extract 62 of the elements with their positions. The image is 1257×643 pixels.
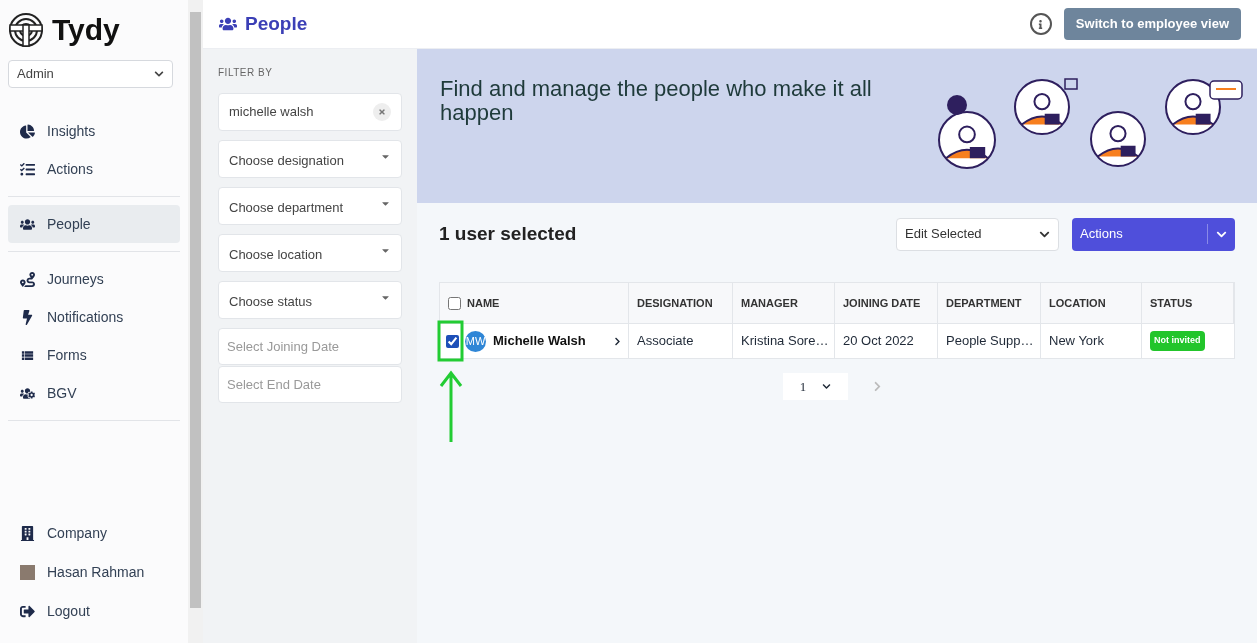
filter-select[interactable]: Choose department: [218, 187, 402, 225]
edit-selected-dropdown[interactable]: Edit Selected: [896, 217, 1059, 251]
avatar: MW: [465, 330, 486, 352]
people-icon: [20, 216, 35, 232]
banner-text: Find and manage the people who make it all happen: [440, 77, 873, 125]
nav-item[interactable]: Forms: [8, 336, 180, 374]
people-gear-icon: [20, 385, 35, 401]
nav-item[interactable]: Insights: [8, 112, 180, 150]
table-cell: People Supp…: [938, 324, 1041, 358]
brand-name: Tydy: [52, 15, 120, 45]
nav-item[interactable]: Journeys: [8, 260, 180, 298]
page-title: People: [245, 11, 308, 36]
checklist-icon: [20, 161, 35, 177]
row-checkbox[interactable]: [446, 334, 459, 348]
column-header: STATUS: [1142, 283, 1234, 323]
person-name[interactable]: Michelle Walsh: [493, 331, 586, 351]
column-header: JOINING DATE: [835, 283, 938, 323]
switch-view-button[interactable]: Switch to employee view: [1063, 8, 1241, 40]
scrollbar[interactable]: [188, 0, 203, 643]
select-all-checkbox[interactable]: [448, 296, 461, 310]
search-field[interactable]: michelle walsh: [218, 93, 402, 131]
actions-button[interactable]: Actions: [1072, 217, 1235, 251]
user-profile-link[interactable]: Hasan Rahman: [8, 553, 180, 592]
nav-item[interactable]: Actions: [8, 150, 180, 188]
logout-icon: [20, 604, 35, 619]
info-icon[interactable]: [1029, 13, 1052, 35]
column-header: DESIGNATION: [629, 283, 733, 323]
chevron-down-icon: [822, 382, 832, 391]
column-header: DEPARTMENT: [938, 283, 1041, 323]
filter-select[interactable]: Choose designation: [218, 140, 402, 178]
pie-chart-icon: [20, 123, 35, 139]
building-icon: [20, 526, 35, 541]
avatar-photo-placeholder: [20, 565, 35, 580]
page-select[interactable]: 1: [783, 373, 848, 400]
table-cell: 20 Oct 2022: [835, 324, 938, 358]
chevron-right-icon[interactable]: [613, 336, 622, 346]
column-header: MANAGER: [733, 283, 835, 323]
nav-item[interactable]: Logout: [8, 592, 180, 631]
nav-item[interactable]: Company: [8, 514, 180, 553]
lightning-bolt-icon: [20, 309, 35, 325]
column-header: NAME: [440, 283, 629, 323]
clear-icon[interactable]: [373, 103, 391, 121]
column-header: LOCATION: [1041, 283, 1142, 323]
scrollbar-thumb[interactable]: [190, 12, 201, 608]
filter-select[interactable]: Choose status: [218, 281, 402, 319]
date-field[interactable]: Select Joining Date: [218, 328, 402, 365]
status-badge: Not invited: [1150, 331, 1205, 351]
table-cell: Kristina Sore…: [733, 324, 835, 358]
date-field[interactable]: Select End Date: [218, 366, 402, 403]
table-cell: Associate: [629, 324, 733, 358]
nav-item[interactable]: BGV: [8, 374, 180, 412]
table-cell: New York: [1041, 324, 1142, 358]
people-icon: [219, 15, 237, 33]
chevron-down-icon: [154, 69, 164, 79]
nav-item[interactable]: People: [8, 205, 180, 243]
filter-heading: FILTER BY: [218, 66, 274, 80]
route-icon: [20, 271, 35, 287]
selection-count: 1 user selected: [439, 221, 577, 246]
logo-icon: [8, 12, 44, 48]
role-select[interactable]: Admin: [8, 60, 173, 88]
nav-item[interactable]: Notifications: [8, 298, 180, 336]
filter-select[interactable]: Choose location: [218, 234, 402, 272]
